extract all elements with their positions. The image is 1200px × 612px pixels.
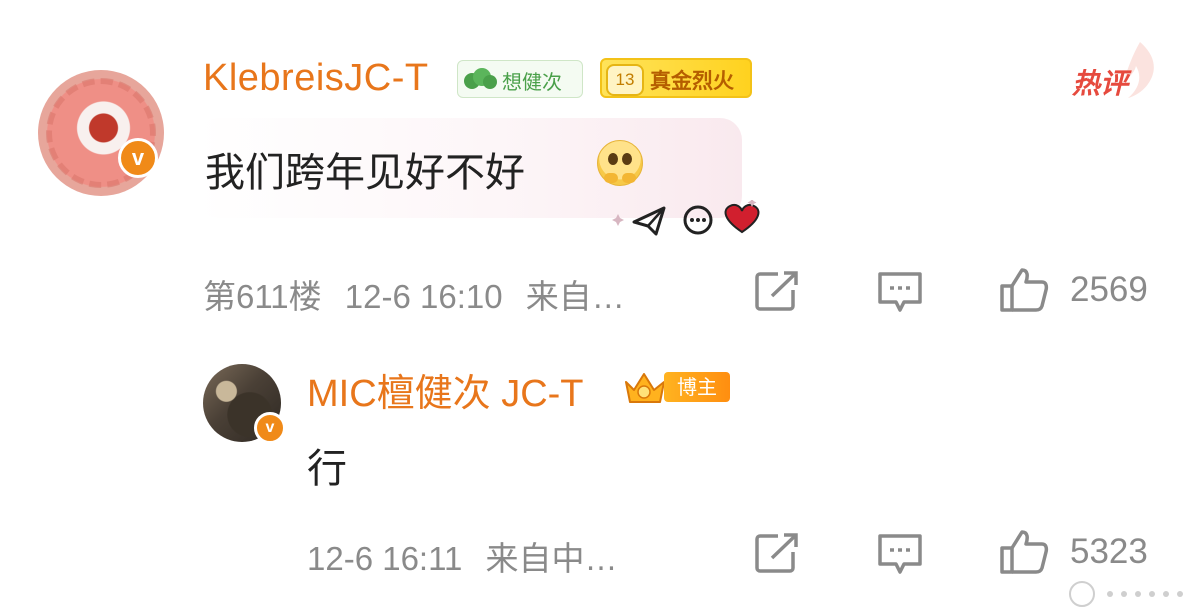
level-title: 真金烈火 [650,69,734,93]
reply-time: 12-6 16:11 [307,540,463,577]
reply-source: 来自中… [485,540,618,577]
reply-meta: 12-6 16:11 来自中… [307,532,618,580]
comment-icon[interactable] [876,270,924,314]
thumbs-up-icon[interactable] [998,266,1050,314]
comment-time: 12-6 16:10 [344,278,503,315]
comment-username[interactable]: KlebreisJC-T [203,57,429,100]
paper-plane-icon [632,206,666,236]
avatar[interactable] [38,70,164,196]
comment-meta: 第611楼 12-6 16:10 来自… [203,270,625,318]
comment-icon[interactable] [876,532,924,576]
level-badge[interactable]: 13 真金烈火 [600,58,752,98]
author-badge: 博主 [620,366,732,408]
verified-badge-icon: v [118,138,158,178]
fan-badge[interactable]: 想健次 [457,60,583,98]
verified-badge-icon: v [254,412,286,444]
thumbs-up-icon[interactable] [998,528,1050,576]
bubble-decoration-icons [612,200,760,236]
crown-icon [625,373,665,403]
level-number: 13 [606,64,644,96]
sparkle-icon [612,214,624,226]
comment-source: 来自… [525,278,625,315]
share-icon[interactable] [754,532,800,574]
chat-bubble-icon [683,205,713,235]
floor-number: 第611楼 [203,278,322,315]
like-count: 2569 [1070,270,1148,309]
heart-icon [724,203,760,234]
fan-cloud-icon [464,68,497,89]
hot-comment-tag: 热评 [1072,67,1129,100]
comment-text: 我们跨年见好不好 [205,150,525,196]
author-badge-label: 博主 [664,372,730,402]
reply-username[interactable]: MIC檀健次 JC-T [307,362,584,417]
share-icon[interactable] [754,270,800,312]
watermark-logo [1060,576,1200,612]
pleading-face-emoji [597,140,643,186]
fan-badge-label: 想健次 [502,70,562,94]
reply-text: 行 [307,446,347,492]
